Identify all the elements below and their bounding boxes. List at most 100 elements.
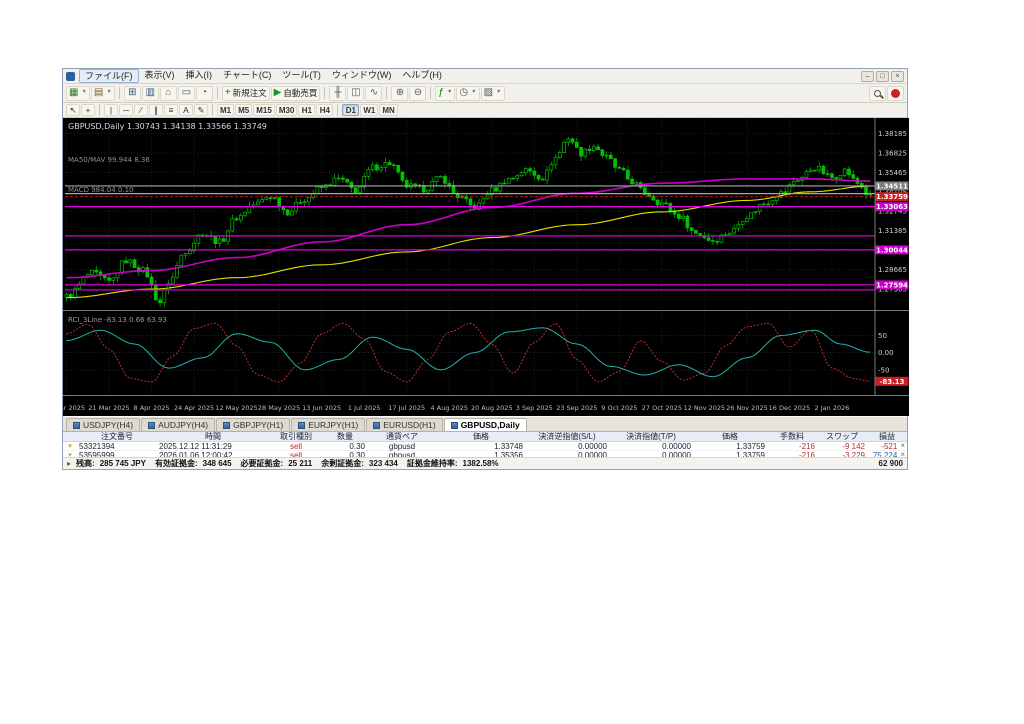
timeframe-h1-button[interactable]: H1 <box>298 104 316 116</box>
svg-text:-50: -50 <box>878 366 889 374</box>
equity-label: 有効証拠金: <box>154 459 198 468</box>
toolbar-separator <box>216 87 218 99</box>
column-header[interactable]: 決済指値(T/P) <box>609 432 693 442</box>
timeframe-m15-button[interactable]: M15 <box>253 104 275 116</box>
chart-area[interactable]: 1.381851.368251.354651.341051.327451.313… <box>63 118 909 416</box>
toolbar-separator <box>324 87 326 99</box>
svg-text:16 Dec 2025: 16 Dec 2025 <box>769 404 811 412</box>
zoom-out-button[interactable]: ⊖ <box>409 85 427 101</box>
cursor-button[interactable]: ↖ <box>66 104 80 116</box>
close-button[interactable]: × <box>891 70 904 82</box>
candlestick-chart-button[interactable]: ◫ <box>347 85 365 101</box>
column-header[interactable]: 通貨ペア <box>367 432 437 442</box>
column-header[interactable]: 手数料 <box>767 432 817 442</box>
column-header[interactable]: 時間 <box>157 432 269 442</box>
profiles-button[interactable]: ▤ ▼ <box>90 85 115 101</box>
timeframe-m1-button[interactable]: M1 <box>217 104 235 116</box>
strategy-tester-button[interactable]: ◔ <box>195 85 213 101</box>
timeframe-h4-button[interactable]: H4 <box>316 104 334 116</box>
equidistant-channel-button[interactable]: ∥ <box>149 104 163 116</box>
zoom-out-icon: ⊖ <box>413 87 423 98</box>
svg-text:1.31385: 1.31385 <box>878 227 907 235</box>
column-header[interactable]: 数量 <box>323 432 367 442</box>
summary-toggle-icon[interactable]: ▸ <box>67 459 71 468</box>
close-position-button[interactable]: × <box>900 442 905 450</box>
chart-tab-usdjpy-h4-[interactable]: USDJPY(H4) <box>66 418 141 431</box>
svg-text:1.33063: 1.33063 <box>876 203 908 211</box>
cell-volume: 0.30 <box>349 441 365 451</box>
auto-trading-button[interactable]: ▶ 自動売買 <box>270 85 321 101</box>
price-chart[interactable]: 1.381851.368251.354651.341051.327451.313… <box>63 118 909 416</box>
horizontal-line-icon: ─ <box>122 104 130 115</box>
chart-tab-gbpusd-daily[interactable]: GBPUSD,Daily <box>443 418 527 431</box>
menu-tools[interactable]: ツール(T) <box>277 69 326 83</box>
bar-chart-button[interactable]: ╫ <box>329 85 347 101</box>
column-header[interactable]: 決済逆指値(S/L) <box>525 432 609 442</box>
periods-button[interactable]: ◷ ▼ <box>456 85 480 101</box>
menu-insert[interactable]: 挿入(I) <box>181 69 218 83</box>
search-icon <box>874 89 881 97</box>
fibonacci-button[interactable]: ≡ <box>164 104 178 116</box>
chart-tab-gbpjpy-h1-[interactable]: GBPJPY(H1) <box>216 418 291 431</box>
timeframe-mn-button[interactable]: MN <box>379 104 398 116</box>
text-label-button[interactable]: A <box>179 104 193 116</box>
menu-file[interactable]: ファイル(F) <box>79 69 139 83</box>
equity-value: 348 645 <box>202 459 232 468</box>
timeframe-m5-button[interactable]: M5 <box>235 104 253 116</box>
toolbar-separator <box>337 104 339 116</box>
horizontal-line-button[interactable]: ─ <box>119 104 133 116</box>
alert-button[interactable] <box>887 85 904 101</box>
indicators-button[interactable]: ƒ ▼ <box>435 85 456 101</box>
data-window-button[interactable]: ▥ <box>141 85 159 101</box>
restore-button[interactable]: □ <box>876 70 889 82</box>
menu-help[interactable]: ヘルプ(H) <box>397 69 447 83</box>
templates-button[interactable]: ▨ ▼ <box>480 85 505 101</box>
svg-text:21 Mar 2025: 21 Mar 2025 <box>88 404 129 412</box>
chart-tab-label: EURJPY(H1) <box>308 420 359 430</box>
timeframe-m30-button[interactable]: M30 <box>275 104 298 116</box>
timeframe-d1-button[interactable]: D1 <box>342 104 360 116</box>
svg-text:1.27594: 1.27594 <box>876 281 908 289</box>
cursor-icon: ↖ <box>69 104 77 115</box>
market-watch-button[interactable]: ⊞ <box>123 85 141 101</box>
menu-window[interactable]: ウィンドウ(W) <box>327 69 397 83</box>
terminal-button[interactable]: ▭ <box>177 85 195 101</box>
cell-order: 53321394 <box>79 441 115 451</box>
vertical-line-button[interactable]: | <box>104 104 118 116</box>
terminal-icon: ▭ <box>181 87 192 98</box>
chart-icon <box>223 421 231 429</box>
column-header[interactable]: 価格 <box>693 432 767 442</box>
column-header[interactable]: 価格 <box>437 432 525 442</box>
menu-charts[interactable]: チャート(C) <box>218 69 276 83</box>
svg-text:17 Jul 2025: 17 Jul 2025 <box>388 404 425 412</box>
chart-tab-eurjpy-h1-[interactable]: EURJPY(H1) <box>291 418 366 431</box>
menu-view[interactable]: 表示(V) <box>140 69 180 83</box>
search-button[interactable] <box>869 85 886 101</box>
line-chart-button[interactable]: ∿ <box>365 85 383 101</box>
chart-tab-eurusd-h1-[interactable]: EURUSD(H1) <box>366 418 443 431</box>
new-chart-button[interactable]: ▦ ▼ <box>66 85 90 101</box>
column-header[interactable]: スワップ <box>817 432 867 442</box>
chart-tab-audjpy-h4-[interactable]: AUDJPY(H4) <box>141 418 216 431</box>
auto-trading-label: 自動売買 <box>283 87 318 98</box>
new-order-icon: + <box>224 87 231 98</box>
cell-price: 1.33759 <box>736 441 765 451</box>
column-header[interactable]: 注文番号 <box>77 432 157 442</box>
timeframe-w1-button[interactable]: W1 <box>360 104 379 116</box>
navigator-button[interactable]: ⌂ <box>159 85 177 101</box>
minimize-button[interactable]: – <box>861 70 874 82</box>
zoom-in-button[interactable]: ⊕ <box>391 85 409 101</box>
svg-text:1.34511: 1.34511 <box>876 182 908 190</box>
new-order-button[interactable]: + 新規注文 <box>221 85 270 101</box>
column-header[interactable]: 取引種別 <box>269 432 323 442</box>
free-margin-value: 323 434 <box>368 459 398 468</box>
arrows-tool-button[interactable]: ✎ <box>194 104 208 116</box>
indicators-icon: ƒ <box>438 87 444 98</box>
crosshair-button[interactable]: + <box>81 104 95 116</box>
chart-icon <box>298 421 306 429</box>
trendline-button[interactable]: ∕ <box>134 104 148 116</box>
profiles-icon: ▤ <box>93 87 104 98</box>
column-header[interactable]: 損益 <box>867 432 907 442</box>
chart-tab-label: GBPJPY(H1) <box>233 420 284 430</box>
dropdown-arrow-icon: ▼ <box>496 89 502 96</box>
